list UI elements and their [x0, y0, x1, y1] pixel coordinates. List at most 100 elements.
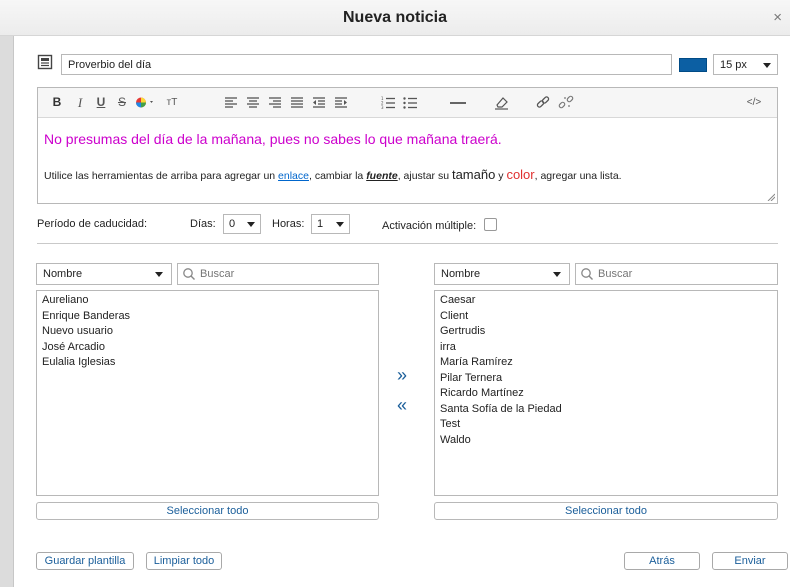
search-icon: [183, 268, 195, 280]
list-item[interactable]: Enrique Banderas: [42, 309, 373, 325]
color-wheel-icon: [136, 97, 153, 108]
multiple-activation-label: Activación múltiple:: [382, 220, 477, 232]
justify-icon: [291, 97, 303, 108]
back-button[interactable]: Atrás: [624, 552, 700, 570]
left-select-all-button[interactable]: Seleccionar todo: [36, 502, 379, 520]
hint-text-5: , agregar una lista.: [534, 170, 622, 182]
list-item[interactable]: Pilar Ternera: [440, 371, 772, 387]
hint-size: tamaño: [451, 167, 496, 182]
move-left-button[interactable]: «: [397, 396, 407, 414]
list-item[interactable]: Nuevo usuario: [42, 324, 373, 340]
list-item[interactable]: Test: [440, 417, 772, 433]
unlink-icon: [558, 95, 574, 109]
color-picker-button[interactable]: [679, 58, 707, 72]
chevron-down-icon: [155, 272, 163, 277]
save-template-button[interactable]: Guardar plantilla: [36, 552, 134, 570]
days-value: 0: [229, 218, 236, 230]
editor-hint-text: Utilice las herramientas de arriba para …: [44, 167, 622, 182]
chevron-down-icon: [336, 222, 344, 227]
source-code-button[interactable]: </>: [744, 94, 764, 111]
right-select-all-button[interactable]: Seleccionar todo: [434, 502, 778, 520]
list-item[interactable]: Gertrudis: [440, 324, 772, 340]
list-item[interactable]: Ricardo Martínez: [440, 386, 772, 402]
list-item[interactable]: María Ramírez: [440, 355, 772, 371]
hint-text-2: , cambiar la: [309, 170, 367, 182]
move-right-button[interactable]: »: [397, 366, 407, 384]
align-center-button[interactable]: [245, 94, 261, 111]
bullet-list-button[interactable]: [402, 94, 418, 111]
text-color-button[interactable]: [134, 94, 156, 111]
align-right-icon: [269, 97, 281, 108]
horizontal-rule-button[interactable]: [449, 94, 467, 111]
insert-link-button[interactable]: [534, 94, 552, 111]
underline-button[interactable]: U: [94, 94, 108, 111]
editor-content[interactable]: No presumas del día de la mañana, pues n…: [38, 119, 777, 203]
list-item[interactable]: Client: [440, 309, 772, 325]
hint-font: fuente: [366, 170, 398, 182]
multiple-activation-checkbox[interactable]: [484, 218, 497, 231]
clear-format-button[interactable]: [492, 94, 510, 111]
list-item[interactable]: Santa Sofía de la Piedad: [440, 402, 772, 418]
font-size-value: 15 px: [720, 59, 747, 71]
justify-button[interactable]: [289, 94, 305, 111]
list-item[interactable]: Waldo: [440, 433, 772, 449]
days-label: Días:: [190, 218, 216, 230]
indent-button[interactable]: [333, 94, 349, 111]
dialog-titlebar: Nueva noticia ×: [0, 0, 790, 36]
italic-button[interactable]: I: [73, 94, 87, 111]
clear-all-button[interactable]: Limpiar todo: [146, 552, 222, 570]
ordered-list-button[interactable]: 123: [380, 94, 396, 111]
remove-link-button[interactable]: [557, 94, 575, 111]
left-sort-value: Nombre: [43, 268, 83, 280]
indent-icon: [335, 97, 347, 108]
list-item[interactable]: Eulalia Iglesias: [42, 355, 373, 371]
hours-label: Horas:: [272, 218, 305, 230]
hours-value: 1: [317, 218, 324, 230]
dialog-left-edge: [0, 36, 14, 587]
align-center-icon: [247, 97, 259, 108]
hint-link[interactable]: enlace: [278, 170, 309, 182]
horizontal-line-icon: [450, 102, 466, 104]
left-sort-select[interactable]: Nombre: [36, 263, 172, 285]
align-right-button[interactable]: [267, 94, 283, 111]
right-search-input[interactable]: [575, 263, 778, 285]
list-item[interactable]: José Arcadio: [42, 340, 373, 356]
chevron-down-icon: [247, 222, 255, 227]
align-left-icon: [225, 97, 237, 108]
text-size-button[interactable]: тT: [160, 94, 184, 111]
list-item[interactable]: irra: [440, 340, 772, 356]
dialog-title: Nueva noticia: [342, 9, 448, 26]
close-icon[interactable]: ×: [773, 10, 782, 25]
list-item[interactable]: Aureliano: [42, 293, 373, 309]
hint-text-1: Utilice las herramientas de arriba para …: [44, 170, 279, 182]
resize-grip-icon[interactable]: [767, 193, 775, 201]
ordered-list-icon: 123: [381, 96, 395, 110]
available-users-list[interactable]: Aureliano Enrique Banderas Nuevo usuario…: [36, 290, 379, 496]
selected-users-list[interactable]: Caesar Client Gertrudis irra María Ramír…: [434, 290, 778, 496]
divider: [37, 243, 778, 244]
hint-text-4: y: [495, 170, 507, 182]
subject-input[interactable]: [61, 54, 672, 75]
news-icon: [37, 54, 53, 70]
rich-text-editor: B I U S тT 1 2 3 </> No presumas del día…: [37, 87, 778, 204]
hint-text-3: , ajustar su: [397, 170, 452, 182]
bold-button[interactable]: B: [50, 94, 64, 111]
font-size-select[interactable]: 15 px: [713, 54, 778, 75]
eraser-icon: [495, 97, 508, 110]
list-item[interactable]: Caesar: [440, 293, 772, 309]
send-button[interactable]: Enviar: [712, 552, 788, 570]
strikethrough-button[interactable]: S: [115, 94, 129, 111]
hours-select[interactable]: 1: [311, 214, 350, 234]
chevron-down-icon: [763, 63, 771, 68]
right-sort-value: Nombre: [441, 268, 481, 280]
right-sort-select[interactable]: Nombre: [434, 263, 570, 285]
bullet-list-icon: [403, 97, 417, 109]
align-left-button[interactable]: [223, 94, 239, 111]
expiration-label: Período de caducidad:: [37, 218, 148, 230]
outdent-button[interactable]: [311, 94, 327, 111]
hint-color: color: [506, 167, 535, 182]
days-select[interactable]: 0: [223, 214, 261, 234]
svg-text:3: 3: [381, 105, 384, 110]
editor-proverb-text: No presumas del día de la mañana, pues n…: [44, 131, 502, 147]
left-search-input[interactable]: [177, 263, 379, 285]
